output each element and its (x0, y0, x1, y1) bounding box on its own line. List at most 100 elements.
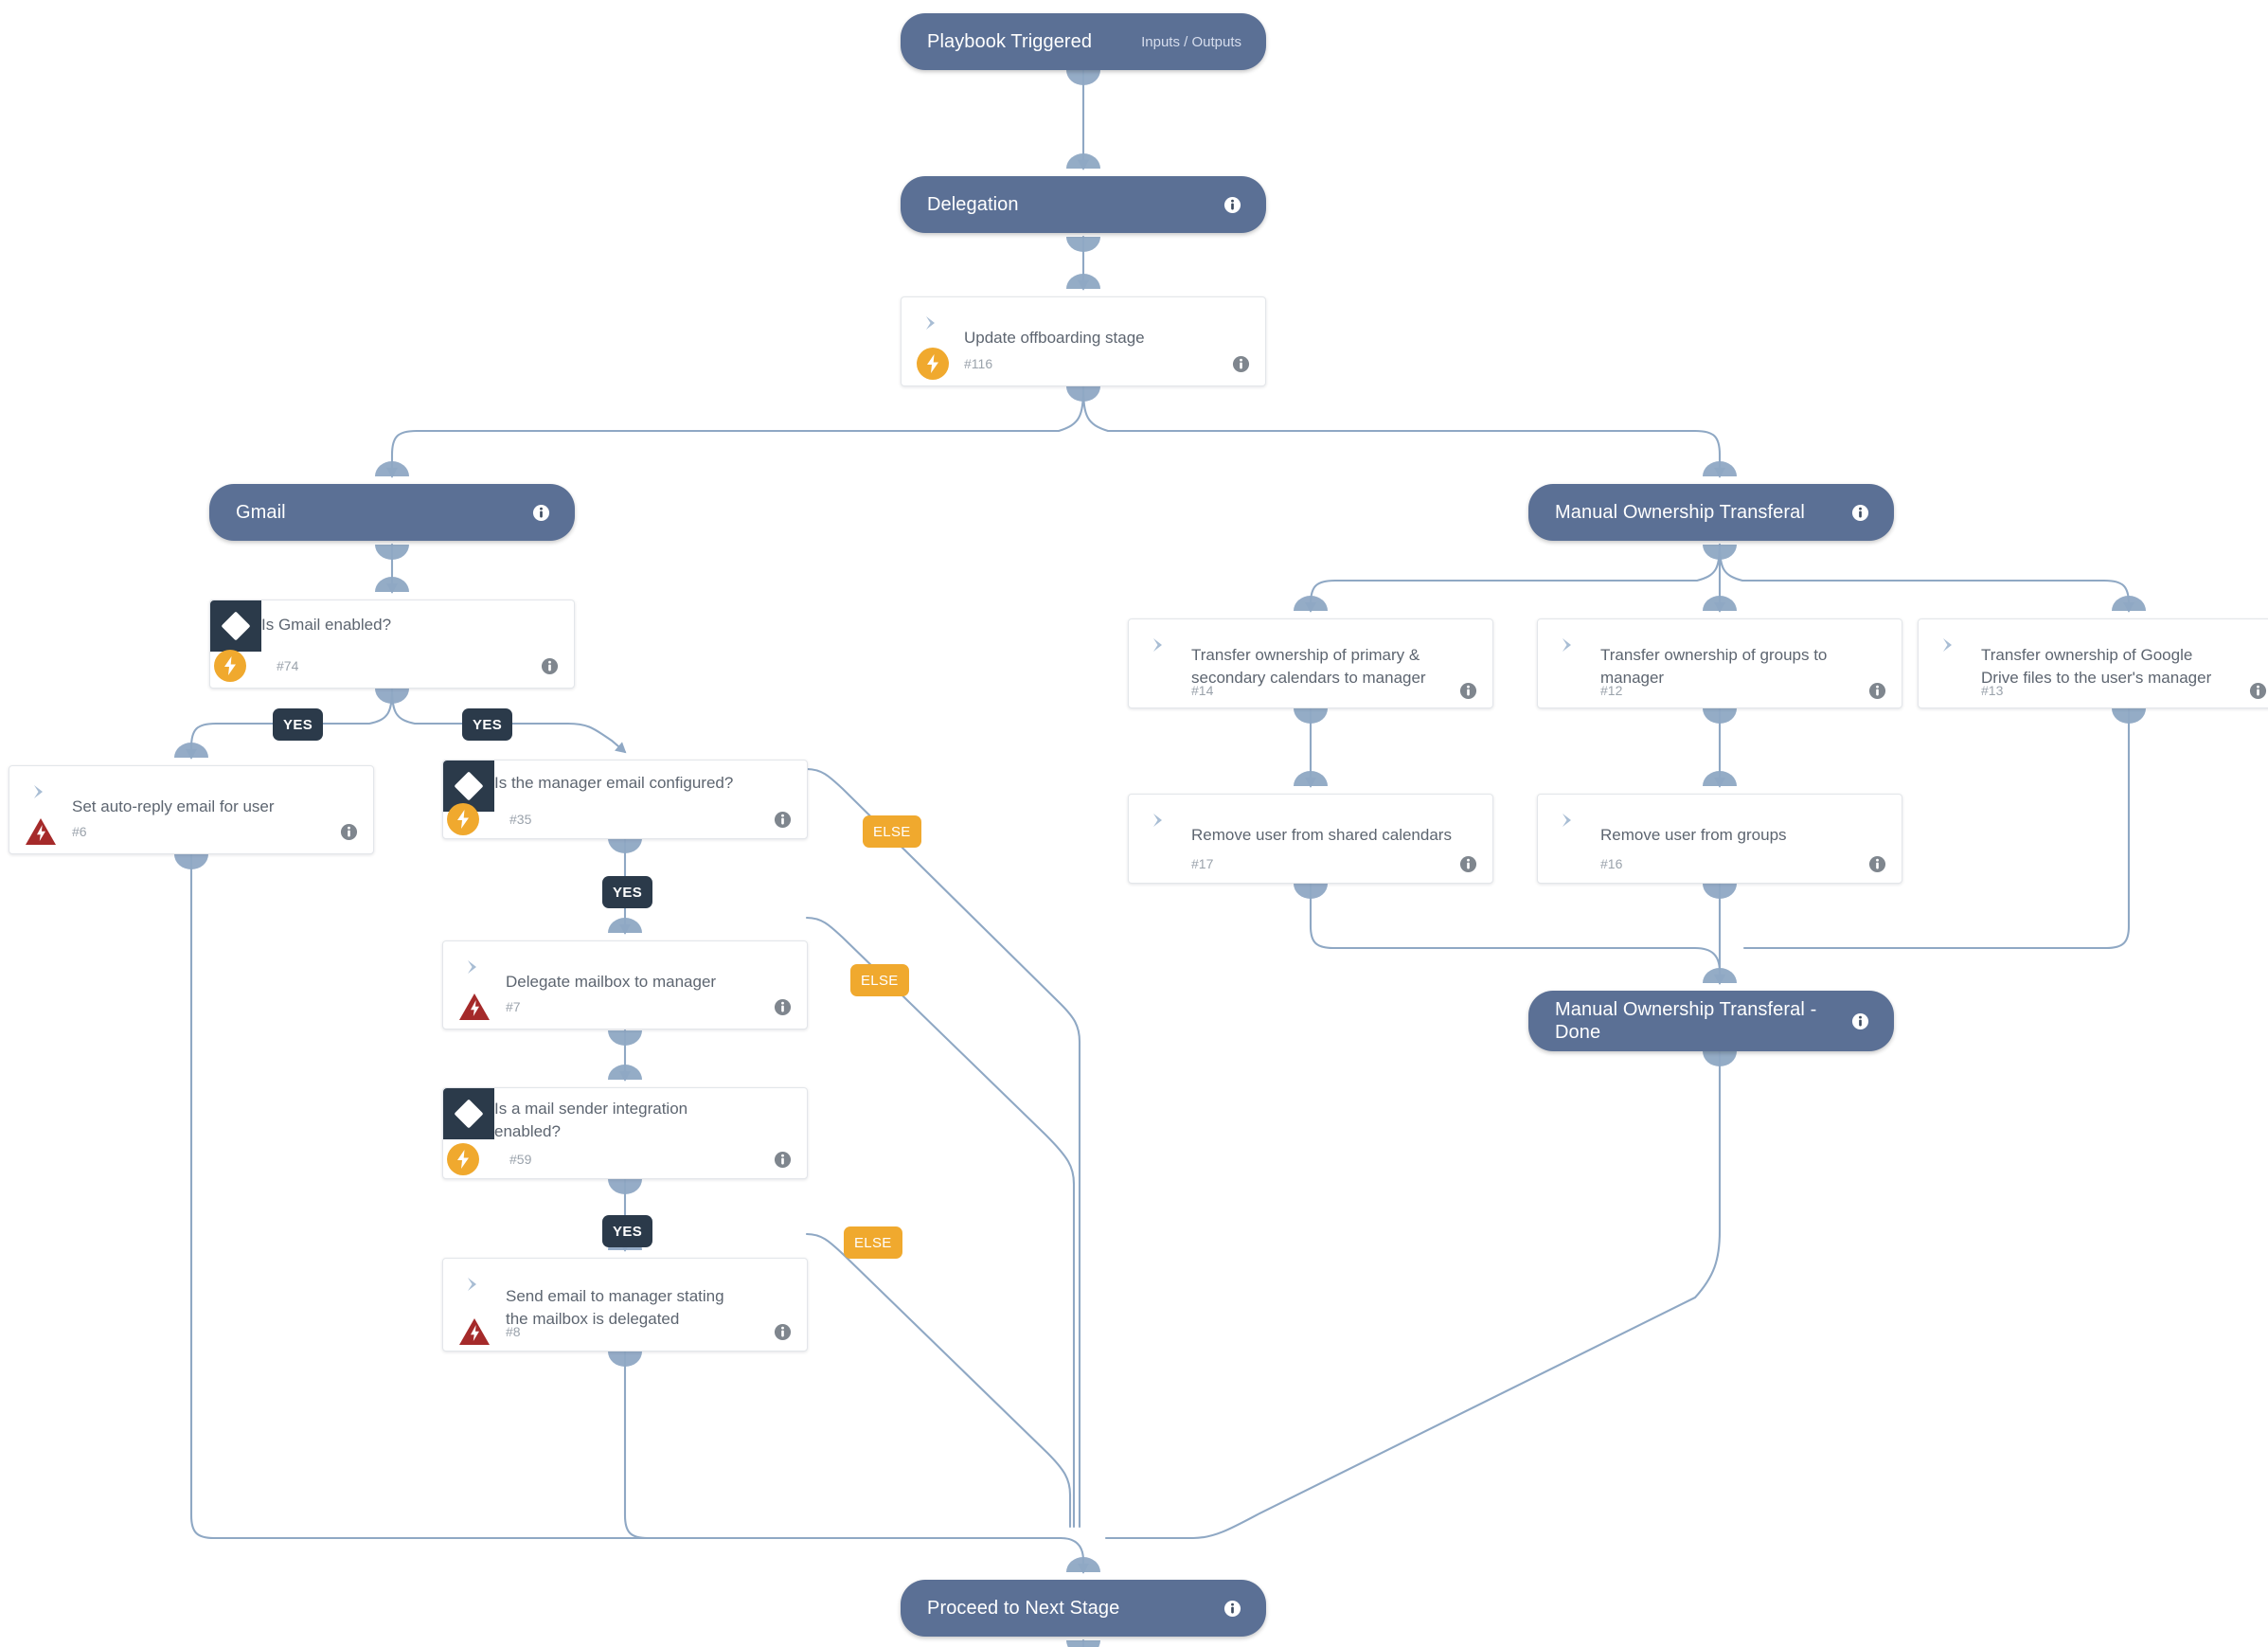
info-icon[interactable] (1851, 504, 1869, 522)
info-icon[interactable] (774, 811, 792, 829)
chevron-right-icon (902, 313, 964, 331)
info-icon[interactable] (774, 1323, 792, 1341)
info-icon[interactable] (1459, 682, 1477, 700)
badge-slot (9, 817, 72, 847)
edge-label-yes-manager-email[interactable]: YES (602, 876, 653, 908)
card-footer: #13 (1919, 673, 2268, 707)
edge-label-yes-gmail-right[interactable]: YES (462, 708, 513, 741)
card-footer: #12 (1538, 673, 1902, 707)
info-icon[interactable] (541, 657, 559, 675)
chevron-right-icon (1129, 636, 1191, 653)
stage-title: Gmail (236, 501, 286, 523)
card-remove-user-from-shared-calendars[interactable]: Remove user from shared calendars #17 (1128, 794, 1493, 884)
card-transfer-groups-ownership[interactable]: Transfer ownership of groups to manager … (1537, 618, 1902, 708)
warning-triangle-bolt-icon (458, 1317, 491, 1347)
card-id: #116 (964, 356, 993, 371)
card-transfer-calendars-ownership[interactable]: Transfer ownership of primary & secondar… (1128, 618, 1493, 708)
warning-triangle-bolt-icon (458, 993, 491, 1022)
chevron-right-icon (443, 1275, 506, 1293)
badge-slot (902, 348, 964, 380)
edge-label-else-manager-email[interactable]: ELSE (850, 964, 909, 996)
chevron-right-icon (1538, 636, 1600, 653)
lightning-bolt-icon (917, 348, 949, 380)
card-title: Remove user from shared calendars (1191, 826, 1452, 844)
badge-slot (443, 993, 506, 1022)
card-id: #59 (509, 1152, 532, 1167)
card-id: #13 (1981, 683, 2004, 698)
card-footer: #17 (1129, 845, 1492, 883)
info-icon[interactable] (1232, 355, 1250, 373)
card-id: #74 (277, 658, 299, 673)
stage-title: Delegation (927, 193, 1019, 215)
card-footer: #74 (210, 644, 574, 688)
card-title: Is the manager email configured? (494, 774, 734, 792)
stage-title: Proceed to Next Stage (927, 1597, 1120, 1619)
playbook-canvas: Playbook Triggered Inputs / Outputs Dele… (0, 0, 2268, 1647)
card-id: #6 (72, 824, 87, 839)
info-icon[interactable] (1851, 1012, 1869, 1030)
info-icon[interactable] (774, 1151, 792, 1169)
card-is-gmail-enabled[interactable]: Is Gmail enabled? #74 (209, 600, 575, 689)
stage-gmail[interactable]: Gmail (209, 484, 575, 541)
stage-inputs-outputs-label[interactable]: Inputs / Outputs (1141, 34, 1241, 50)
info-icon[interactable] (1223, 196, 1241, 214)
card-id: #7 (506, 999, 521, 1014)
card-footer: #59 (443, 1140, 807, 1178)
edge-label-yes-gmail-left[interactable]: YES (273, 708, 324, 741)
badge-slot (210, 650, 265, 682)
diamond-icon (443, 1088, 494, 1139)
card-header: Is a mail sender integration enabled? (443, 1088, 807, 1143)
chevron-right-icon (9, 782, 72, 800)
diamond-icon (210, 600, 261, 652)
edge-label-else-mail-sender[interactable]: ELSE (844, 1226, 902, 1259)
card-id: #16 (1600, 856, 1623, 871)
card-footer: #8 (443, 1313, 807, 1351)
stage-manual-ownership-transferal-done[interactable]: Manual Ownership Transferal - Done (1528, 991, 1894, 1051)
info-icon[interactable] (1459, 855, 1477, 873)
card-footer: #7 (443, 985, 807, 1029)
card-is-mail-sender-integration-enabled[interactable]: Is a mail sender integration enabled? #5… (442, 1087, 808, 1179)
badge-slot (443, 1143, 498, 1175)
stage-title: Manual Ownership Transferal (1555, 501, 1805, 523)
card-header: Is Gmail enabled? (210, 600, 574, 644)
card-footer: #35 (443, 800, 807, 838)
info-icon[interactable] (1868, 682, 1886, 700)
card-title: Is a mail sender integration enabled? (494, 1100, 688, 1141)
card-delegate-mailbox-to-manager[interactable]: Delegate mailbox to manager #7 (442, 940, 808, 1029)
card-title: Is Gmail enabled? (261, 616, 392, 634)
warning-triangle-bolt-icon (25, 817, 57, 847)
edge-label-else-gmail[interactable]: ELSE (863, 815, 921, 848)
card-id: #35 (509, 812, 532, 827)
stage-delegation[interactable]: Delegation (901, 176, 1266, 233)
chevron-right-icon (1129, 811, 1191, 829)
chevron-right-icon (1538, 811, 1600, 829)
card-footer: #6 (9, 810, 373, 853)
info-icon[interactable] (340, 823, 358, 841)
info-icon[interactable] (1868, 855, 1886, 873)
card-is-manager-email-configured[interactable]: Is the manager email configured? #35 (442, 760, 808, 839)
lightning-bolt-icon (447, 803, 479, 835)
card-update-offboarding-stage[interactable]: Update offboarding stage #116 (901, 296, 1266, 386)
card-remove-user-from-groups[interactable]: Remove user from groups #16 (1537, 794, 1902, 884)
stage-playbook-triggered[interactable]: Playbook Triggered Inputs / Outputs (901, 13, 1266, 70)
card-set-auto-reply-email[interactable]: Set auto-reply email for user #6 (9, 765, 374, 854)
info-icon[interactable] (774, 998, 792, 1016)
card-id: #17 (1191, 856, 1214, 871)
card-title: Remove user from groups (1600, 826, 1787, 844)
card-send-email-to-manager[interactable]: Send email to manager stating the mailbo… (442, 1258, 808, 1352)
stage-title: Manual Ownership Transferal - Done (1555, 998, 1817, 1043)
lightning-bolt-icon (214, 650, 246, 682)
stage-title: Playbook Triggered (927, 30, 1093, 52)
card-id: #12 (1600, 683, 1623, 698)
info-icon[interactable] (1223, 1600, 1241, 1618)
card-transfer-drive-ownership[interactable]: Transfer ownership of Google Drive files… (1918, 618, 2268, 708)
card-id: #14 (1191, 683, 1214, 698)
info-icon[interactable] (2249, 682, 2267, 700)
info-icon[interactable] (532, 504, 550, 522)
card-id: #8 (506, 1324, 521, 1339)
stage-proceed-to-next-stage[interactable]: Proceed to Next Stage (901, 1580, 1266, 1637)
card-footer: #116 (902, 342, 1265, 385)
card-footer: #14 (1129, 673, 1492, 707)
stage-manual-ownership-transferal[interactable]: Manual Ownership Transferal (1528, 484, 1894, 541)
edge-label-yes-mail-sender[interactable]: YES (602, 1215, 653, 1247)
